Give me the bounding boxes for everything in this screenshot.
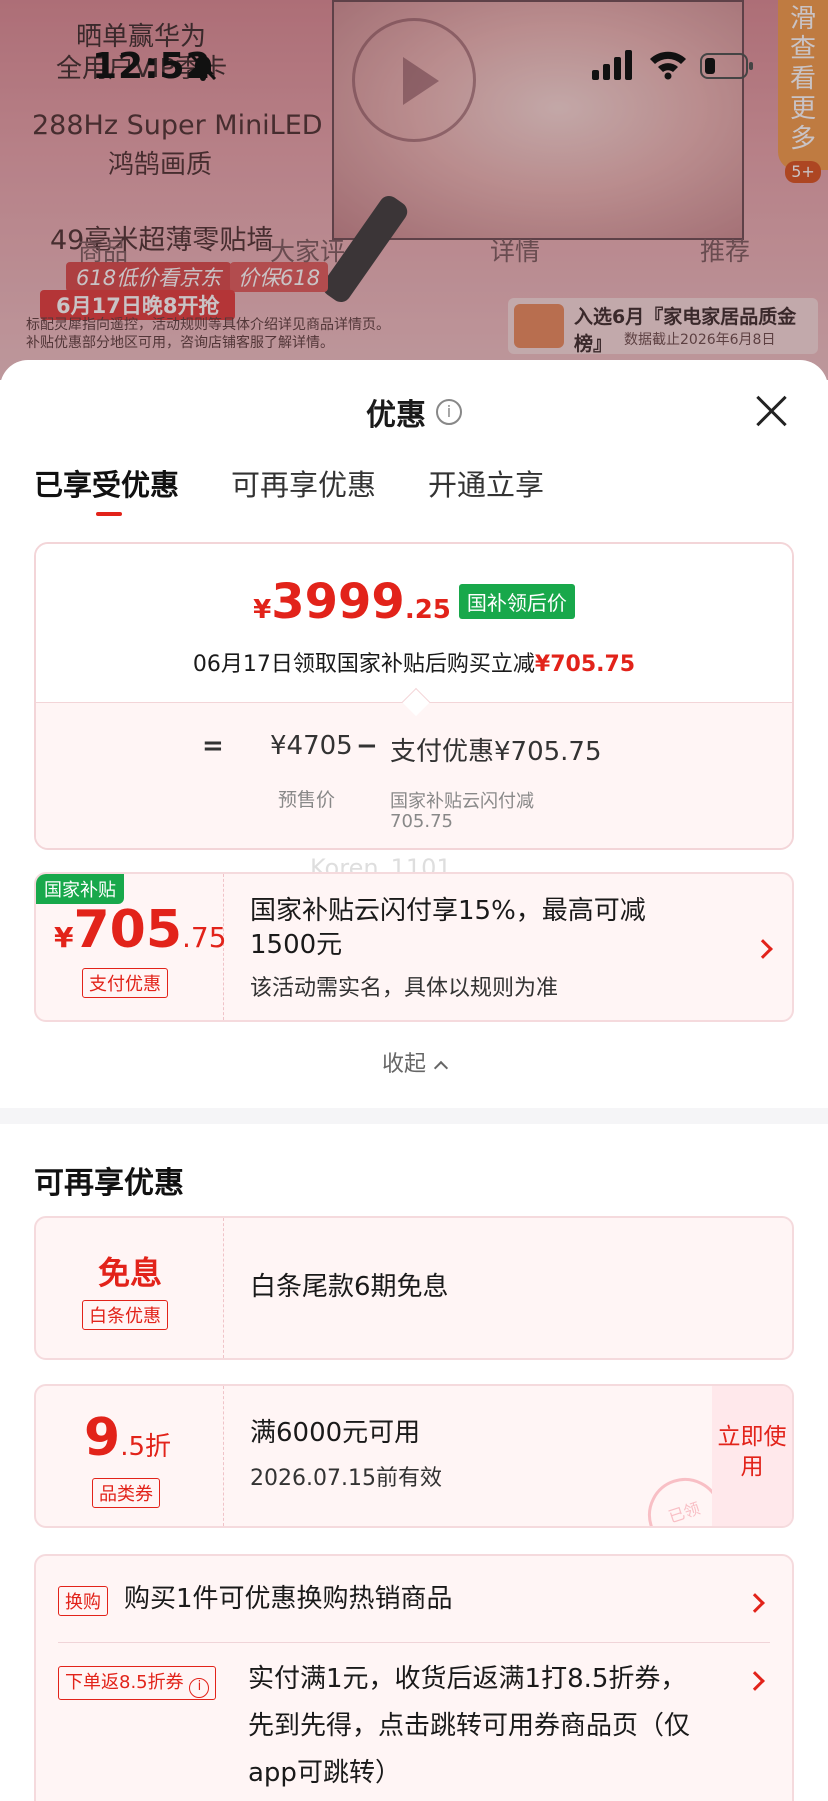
- return-coupon-tag-label: 下单返8.5折券: [65, 1672, 184, 1693]
- status-bar: 12:52: [0, 0, 828, 120]
- presale-price: ¥4705: [270, 731, 353, 761]
- interest-free-coupon[interactable]: 免息 白条优惠 白条尾款6期免息: [34, 1216, 794, 1360]
- minus-sign: −: [356, 731, 378, 761]
- battery-icon: [700, 53, 753, 79]
- exchange-offer-row[interactable]: 换购 购买1件可优惠换购热销商品: [58, 1574, 770, 1628]
- pay-discount-value: 705.75: [390, 811, 453, 832]
- pay-discount: 支付优惠¥705.75: [390, 737, 602, 767]
- close-icon[interactable]: [754, 394, 788, 428]
- page: 滑查看更多 5+ 晒单赢华为 全用户VIP季卡 288Hz Super Mini…: [0, 0, 828, 1801]
- chevron-right-icon[interactable]: [745, 1593, 765, 1613]
- category-coupon-badge: 品类券: [92, 1478, 160, 1508]
- coupon-info: 国家补贴云闪付享15%，最高可减 1500元 该活动需实名，具体以规则为准: [250, 874, 732, 1020]
- currency-symbol: ¥: [253, 595, 272, 625]
- coupon-title: 白条尾款6期免息: [250, 1272, 449, 1302]
- return-coupon-line: 先到先得，点击跳转可用券商品页（仅: [248, 1711, 691, 1741]
- mute-bell-icon: [189, 53, 217, 81]
- chevron-right-icon[interactable]: [745, 1671, 765, 1691]
- info-icon[interactable]: i: [436, 399, 462, 425]
- row-divider: [58, 1642, 770, 1643]
- price-tag: 国补领后价: [458, 584, 575, 619]
- tab-activate[interactable]: 开通立享: [428, 462, 544, 504]
- tab-more-available[interactable]: 可再享优惠: [231, 462, 376, 504]
- discount-sheet: 优惠 i 已享受优惠 可再享优惠 开通立享 ¥3999.25 国补领后价 06月1…: [0, 360, 828, 1801]
- other-offers-list: 换购 购买1件可优惠换购热销商品 下单返8.5折券 i 实付满1元，收货后返满1…: [34, 1554, 794, 1801]
- baitiao-badge: 白条优惠: [82, 1300, 168, 1330]
- discount-integer: 9: [84, 1408, 121, 1468]
- wifi-icon: [650, 51, 686, 80]
- collapse-label: 收起: [381, 1052, 426, 1077]
- info-icon[interactable]: i: [189, 1678, 210, 1698]
- coupon-amount-area: 9.5折 品类券: [36, 1386, 224, 1526]
- chevron-right-icon[interactable]: [753, 939, 773, 959]
- coupon-discount: 9.5折: [84, 1408, 171, 1468]
- section-divider: [0, 1108, 828, 1124]
- coupon-title: 满6000元可用: [250, 1418, 421, 1448]
- coupon-info: 白条尾款6期免息: [250, 1218, 732, 1358]
- pay-discount-badge: 支付优惠: [82, 968, 168, 998]
- final-price-card: ¥3999.25 国补领后价 06月17日领取国家补贴后购买立减¥705.75 =…: [34, 542, 794, 850]
- more-section-title: 可再享优惠: [34, 1166, 184, 1201]
- coupon-amount: ¥705.75: [54, 900, 227, 960]
- equals-sign: =: [202, 731, 224, 761]
- coupon-title: 国家补贴云闪付享15%，最高可减: [250, 896, 646, 926]
- amount-integer: 705: [73, 900, 183, 960]
- sheet-title: 优惠: [366, 398, 426, 433]
- price-description: 06月17日领取国家补贴后购买立减¥705.75: [36, 646, 792, 678]
- return-coupon-line: 实付满1元，收货后返满1打8.5折券，: [248, 1664, 687, 1694]
- chevron-up-icon: [433, 1060, 449, 1076]
- price-integer: 3999: [271, 574, 405, 630]
- cellular-signal-icon: [592, 50, 632, 80]
- coupon-title-line2: 1500元: [250, 930, 343, 960]
- tab-enjoyed[interactable]: 已享受优惠: [34, 462, 179, 516]
- price-desc-text: 06月17日领取国家补贴后购买立减: [192, 652, 535, 677]
- discount-tabs: 已享受优惠 可再享优惠 开通立享: [34, 462, 544, 516]
- sheet-header: 优惠 i: [0, 390, 828, 434]
- return-coupon-tag: 下单返8.5折券 i: [58, 1666, 217, 1700]
- amount-decimal: .75: [182, 921, 227, 954]
- currency-symbol: ¥: [54, 921, 74, 954]
- price-decimal: .25: [404, 595, 451, 625]
- coupon-amount-area: 国家补贴 ¥705.75 支付优惠: [36, 874, 227, 1020]
- discount-decimal: .5折: [120, 1432, 171, 1462]
- category-coupon[interactable]: 9.5折 品类券 满6000元可用 2026.07.15前有效 已领 立即使用: [34, 1384, 794, 1528]
- price-desc-amount: ¥705.75: [534, 652, 636, 677]
- final-price: ¥3999.25 国补领后价: [36, 574, 792, 630]
- pay-discount-label: 国家补贴云闪付减: [390, 791, 534, 812]
- return-coupon-text: 实付满1元，收货后返满1打8.5折券， 先到先得，点击跳转可用券商品页（仅 ap…: [248, 1656, 728, 1797]
- collapse-button[interactable]: 收起: [0, 1046, 828, 1078]
- gov-subsidy-coupon[interactable]: 国家补贴 ¥705.75 支付优惠 国家补贴云闪付享15%，最高可减 1500元…: [34, 872, 794, 1022]
- use-now-button[interactable]: 立即使用: [712, 1386, 792, 1526]
- exchange-title: 购买1件可优惠换购热销商品: [124, 1584, 453, 1614]
- coupon-amount-area: 免息 白条优惠: [36, 1218, 224, 1358]
- presale-label: 预售价: [278, 789, 336, 811]
- exchange-tag: 换购: [58, 1586, 108, 1616]
- interest-free-label: 免息: [97, 1254, 162, 1292]
- return-coupon-line: app可跳转）: [248, 1758, 401, 1788]
- coupon-subtitle: 该活动需实名，具体以规则为准: [250, 976, 559, 1001]
